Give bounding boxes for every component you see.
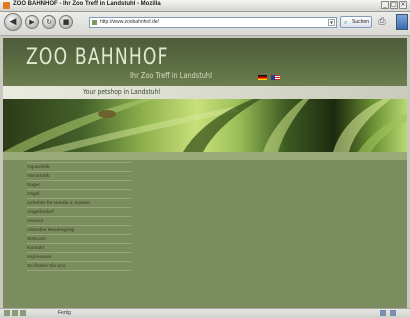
nav-item-voegel[interactable]: Vögel [27, 189, 131, 198]
page-content: ZOO BAHNHOF Ihr Zoo Treff in Landstuhl Y… [3, 38, 407, 308]
security-lock-icon [380, 310, 386, 316]
search-button[interactable]: ⌕ Suchen [340, 16, 372, 28]
nav-item-impressum[interactable]: Impressum [27, 252, 131, 261]
navigator-icon[interactable] [4, 310, 10, 316]
forward-arrow-icon[interactable]: ▶ [25, 15, 39, 29]
browser-app-icon [3, 2, 10, 9]
window-controls: _ □ × [381, 1, 407, 9]
nav-item-aquaristik[interactable]: Aquaristik [27, 162, 131, 171]
mail-icon[interactable] [12, 310, 18, 316]
separator-band [3, 152, 407, 160]
search-button-label: Suchen [352, 19, 369, 25]
site-tagline: Your petshop in Landstuhl [83, 88, 161, 96]
uk-flag-icon[interactable] [271, 75, 280, 80]
browser-window: ZOO BAHNHOF - Ihr Zoo Treff in Landstuhl… [0, 0, 410, 318]
nav-item-webcam[interactable]: Webcam [27, 234, 131, 243]
nav-item-service[interactable]: Service [27, 216, 131, 225]
nav-item-zubehoer[interactable]: Zubehör für Hunde u. Katzen [27, 198, 131, 207]
navigation-toolbar: ◀ ▶ ↻ ■ http://www.zoobahnhof.de/ ▼ ⌕ Su… [0, 12, 410, 36]
nav-item-neueingang[interactable]: Aktueller Neueingang [27, 225, 131, 234]
grass-banner-graphic [3, 99, 407, 152]
title-bar: ZOO BAHNHOF - Ihr Zoo Treff in Landstuhl… [0, 0, 410, 12]
nav-item-nager[interactable]: Nager [27, 180, 131, 189]
online-status-icon [390, 310, 396, 316]
frog-graphic [98, 110, 116, 118]
composer-icon[interactable] [20, 310, 26, 316]
tagline-strip: Your petshop in Landstuhl [3, 86, 407, 99]
nav-item-anfahrt[interactable]: So finden Sie uns [27, 261, 131, 271]
stop-icon[interactable]: ■ [59, 15, 73, 29]
url-bar[interactable]: http://www.zoobahnhof.de/ ▼ [89, 17, 337, 28]
window-title: ZOO BAHNHOF - Ihr Zoo Treff in Landstuhl… [13, 1, 161, 7]
header-banner-image [3, 99, 407, 152]
page-favicon-icon [92, 20, 97, 25]
url-dropdown-icon[interactable]: ▼ [328, 19, 335, 26]
site-logo[interactable]: ZOO BAHNHOF [26, 45, 169, 70]
sidebar-nav: Aquaristik Terraristik Nager Vögel Zubeh… [27, 162, 131, 271]
reload-icon[interactable]: ↻ [42, 15, 56, 29]
status-text: Fertig [58, 310, 71, 316]
print-icon[interactable]: ⎙ [376, 16, 388, 28]
nav-item-terraristik[interactable]: Terraristik [27, 171, 131, 180]
back-arrow-icon[interactable]: ◀ [4, 13, 22, 31]
maximize-button[interactable]: □ [390, 1, 398, 9]
close-button[interactable]: × [399, 1, 407, 9]
nav-item-angelbedarf[interactable]: Angelbedarf [27, 207, 131, 216]
site-subtitle: Ihr Zoo Treff in Landstuhl [130, 71, 212, 80]
nav-item-kontakt[interactable]: Kontakt [27, 243, 131, 252]
site-header: ZOO BAHNHOF Ihr Zoo Treff in Landstuhl [3, 38, 407, 86]
de-flag-icon[interactable] [258, 75, 267, 80]
minimize-button[interactable]: _ [381, 1, 389, 9]
browser-throbber-icon [396, 14, 408, 30]
search-icon: ⌕ [344, 19, 348, 26]
url-text[interactable]: http://www.zoobahnhof.de/ [100, 19, 159, 25]
